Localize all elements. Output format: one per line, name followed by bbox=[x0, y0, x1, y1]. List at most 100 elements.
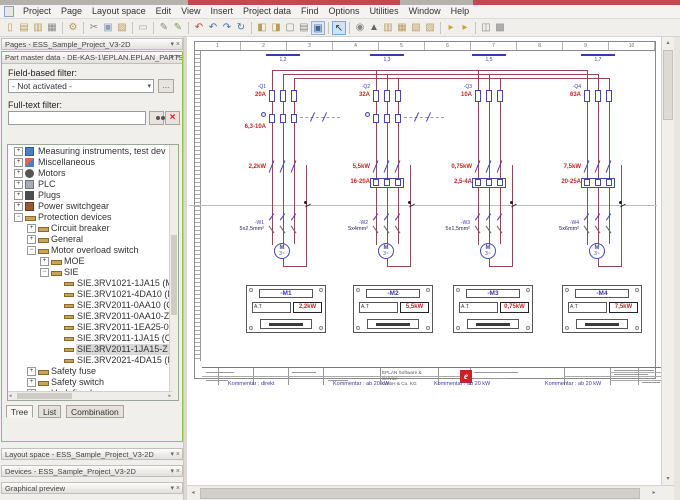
tree-item[interactable]: + Power switchgear bbox=[8, 201, 178, 212]
layout-space-panel-header[interactable]: Layout space - ESS_Sample_Project_V3-2D … bbox=[1, 448, 183, 460]
panel-buttons[interactable]: ▾ × bbox=[170, 483, 180, 493]
menu-insert[interactable]: Insert bbox=[205, 5, 238, 18]
page-preview-icon[interactable]: ▢ bbox=[283, 21, 297, 35]
motor-feeder-circuit-4[interactable]: 1,7 -Q4 63A 7,5kW 20-25A -W4 5x6mm² M 3~ bbox=[527, 54, 657, 280]
page-properties-icon[interactable]: ▥ bbox=[31, 21, 45, 35]
menu-edit[interactable]: Edit bbox=[151, 5, 177, 18]
collapse-icon[interactable]: − bbox=[27, 246, 36, 255]
tree-item[interactable]: + MOE bbox=[8, 256, 178, 267]
tab-list[interactable]: List bbox=[38, 405, 62, 418]
collapse-icon[interactable]: − bbox=[40, 268, 49, 277]
scroll-left-icon[interactable]: ◂ bbox=[9, 393, 12, 399]
workbook-icon[interactable]: ▣ bbox=[311, 20, 325, 35]
pages-panel-header[interactable]: Pages - ESS_Sample_Project_V3-2D ▾ × bbox=[1, 38, 183, 50]
part-master-header[interactable]: Part master data - DE-KAS-1\EPLAN.EPLAN_… bbox=[2, 52, 182, 64]
tab-tree[interactable]: Tree bbox=[6, 405, 34, 418]
nav-back-icon[interactable]: ▸ bbox=[458, 21, 472, 35]
message-management-icon[interactable]: ▲ bbox=[367, 21, 381, 35]
panel-buttons[interactable]: ▾ × bbox=[170, 39, 180, 49]
collapse-icon[interactable]: − bbox=[14, 213, 23, 222]
tab-combination[interactable]: Combination bbox=[66, 405, 124, 418]
motor-nameplate-2[interactable]: -M2 A.T 5,5kW bbox=[353, 285, 433, 333]
menu-options[interactable]: Options bbox=[324, 5, 365, 18]
view-2-icon[interactable]: ▩ bbox=[493, 21, 507, 35]
vertical-scrollbar[interactable]: ▴ ▾ bbox=[661, 37, 674, 485]
expand-icon[interactable]: + bbox=[14, 191, 23, 200]
tree-item[interactable]: + Safety switch bbox=[8, 377, 178, 388]
field-filter-browse-button[interactable]: ... bbox=[158, 79, 174, 93]
view-1-icon[interactable]: ◫ bbox=[479, 21, 493, 35]
scroll-up-icon[interactable]: ▴ bbox=[662, 37, 674, 49]
menu-window[interactable]: Window bbox=[404, 5, 446, 18]
tree-item[interactable]: + Motors bbox=[8, 168, 178, 179]
scroll-down-icon[interactable]: ▾ bbox=[662, 473, 674, 485]
tree-item[interactable]: + Circuit breaker bbox=[8, 223, 178, 234]
tree-item[interactable]: + General bbox=[8, 234, 178, 245]
report-2-icon[interactable]: ▦ bbox=[395, 21, 409, 35]
field-filter-select[interactable]: - Not activated - ▾ bbox=[8, 79, 154, 93]
pointer-icon[interactable]: ↖ bbox=[332, 20, 346, 35]
format-brush-2-icon[interactable]: ✎ bbox=[171, 21, 185, 35]
report-3-icon[interactable]: ▧ bbox=[409, 21, 423, 35]
expand-icon[interactable]: + bbox=[27, 235, 36, 244]
scrollbar-thumb[interactable] bbox=[171, 235, 177, 315]
motor-nameplate-4[interactable]: -M4 A.T 7,5kW bbox=[562, 285, 642, 333]
menu-find[interactable]: Find bbox=[296, 5, 324, 18]
redo-history-icon[interactable]: ↻ bbox=[234, 21, 248, 35]
list-view-icon[interactable]: ▤ bbox=[297, 21, 311, 35]
expand-icon[interactable]: + bbox=[14, 180, 23, 189]
panel-buttons[interactable]: ▾ × bbox=[170, 466, 180, 476]
settings-wrench-icon[interactable]: ⚙ bbox=[66, 21, 80, 35]
report-4-icon[interactable]: ▨ bbox=[423, 21, 437, 35]
menu-page[interactable]: Page bbox=[56, 5, 87, 18]
scroll-right-icon[interactable]: ▸ bbox=[648, 487, 660, 499]
tree-item[interactable]: − Motor overload switch bbox=[8, 245, 178, 256]
tree-item[interactable]: − SIE bbox=[8, 267, 178, 278]
new-page-icon[interactable]: ▯ bbox=[3, 21, 17, 35]
tree-item[interactable]: − Protection devices bbox=[8, 212, 178, 223]
devices-panel-header[interactable]: Devices - ESS_Sample_Project_V3-2D ▾ × bbox=[1, 465, 183, 477]
scroll-left-icon[interactable]: ◂ bbox=[187, 487, 199, 499]
expand-icon[interactable]: + bbox=[27, 378, 36, 387]
tree-item[interactable]: SIE.3RV1021-4DA10 (M bbox=[8, 289, 178, 300]
expand-icon[interactable]: + bbox=[14, 169, 23, 178]
menu-help[interactable]: Help bbox=[446, 5, 475, 18]
tree-item[interactable]: SIE.3RV2011-0AA10 (C bbox=[8, 300, 178, 311]
tree-item[interactable]: SIE.3RV2011-0AA10-Z bbox=[8, 311, 178, 322]
expand-icon[interactable]: + bbox=[27, 367, 36, 376]
graphical-preview-header[interactable]: Graphical preview ▾ × bbox=[1, 482, 183, 494]
scroll-right-icon[interactable]: ▸ bbox=[168, 393, 171, 399]
menu-utilities[interactable]: Utilities bbox=[365, 5, 404, 18]
clear-filter-button[interactable]: × bbox=[165, 111, 180, 125]
tree-vertical-scrollbar[interactable] bbox=[169, 145, 178, 400]
window-tile-icon[interactable]: ◨ bbox=[269, 21, 283, 35]
tree-item[interactable]: + Plugs bbox=[8, 190, 178, 201]
cut-icon[interactable]: ✂ bbox=[87, 21, 101, 35]
scrollbar-thumb[interactable] bbox=[200, 488, 640, 499]
find-icon[interactable]: ◉ bbox=[353, 21, 367, 35]
tree-item[interactable]: + PLC bbox=[8, 179, 178, 190]
fulltext-filter-input[interactable] bbox=[8, 111, 146, 125]
expand-icon[interactable]: + bbox=[14, 147, 23, 156]
scrollbar-thumb[interactable] bbox=[17, 393, 72, 399]
menu-layout-space[interactable]: Layout space bbox=[87, 5, 151, 18]
fulltext-search-button[interactable] bbox=[149, 111, 164, 125]
redo-icon[interactable]: ↷ bbox=[220, 21, 234, 35]
scrollbar-thumb[interactable] bbox=[663, 50, 673, 120]
expand-icon[interactable]: + bbox=[27, 224, 36, 233]
panel-buttons[interactable]: ▾ × bbox=[170, 449, 180, 459]
tree-item[interactable]: SIE.3RV2011-1JA15 (C bbox=[8, 333, 178, 344]
tree-item[interactable]: SIE.3RV1021-1JA15 (M bbox=[8, 278, 178, 289]
format-brush-1-icon[interactable]: ✎ bbox=[157, 21, 171, 35]
expand-icon[interactable]: + bbox=[40, 257, 49, 266]
copy-icon[interactable]: ▣ bbox=[101, 21, 115, 35]
tree-item[interactable]: + Miscellaneous bbox=[8, 157, 178, 168]
undo-icon[interactable]: ↶ bbox=[206, 21, 220, 35]
menu-project[interactable]: Project bbox=[18, 5, 56, 18]
motor-nameplate-1[interactable]: -M1 A.T 2,2kW bbox=[246, 285, 326, 333]
paste-icon[interactable]: ▨ bbox=[115, 21, 129, 35]
tree-item[interactable]: SIE.3RV2011-1JA15-Z bbox=[8, 344, 178, 355]
expand-icon[interactable]: + bbox=[14, 202, 23, 211]
nav-forward-icon[interactable]: ▸ bbox=[444, 21, 458, 35]
panel-buttons[interactable]: ▾ × bbox=[170, 52, 180, 63]
